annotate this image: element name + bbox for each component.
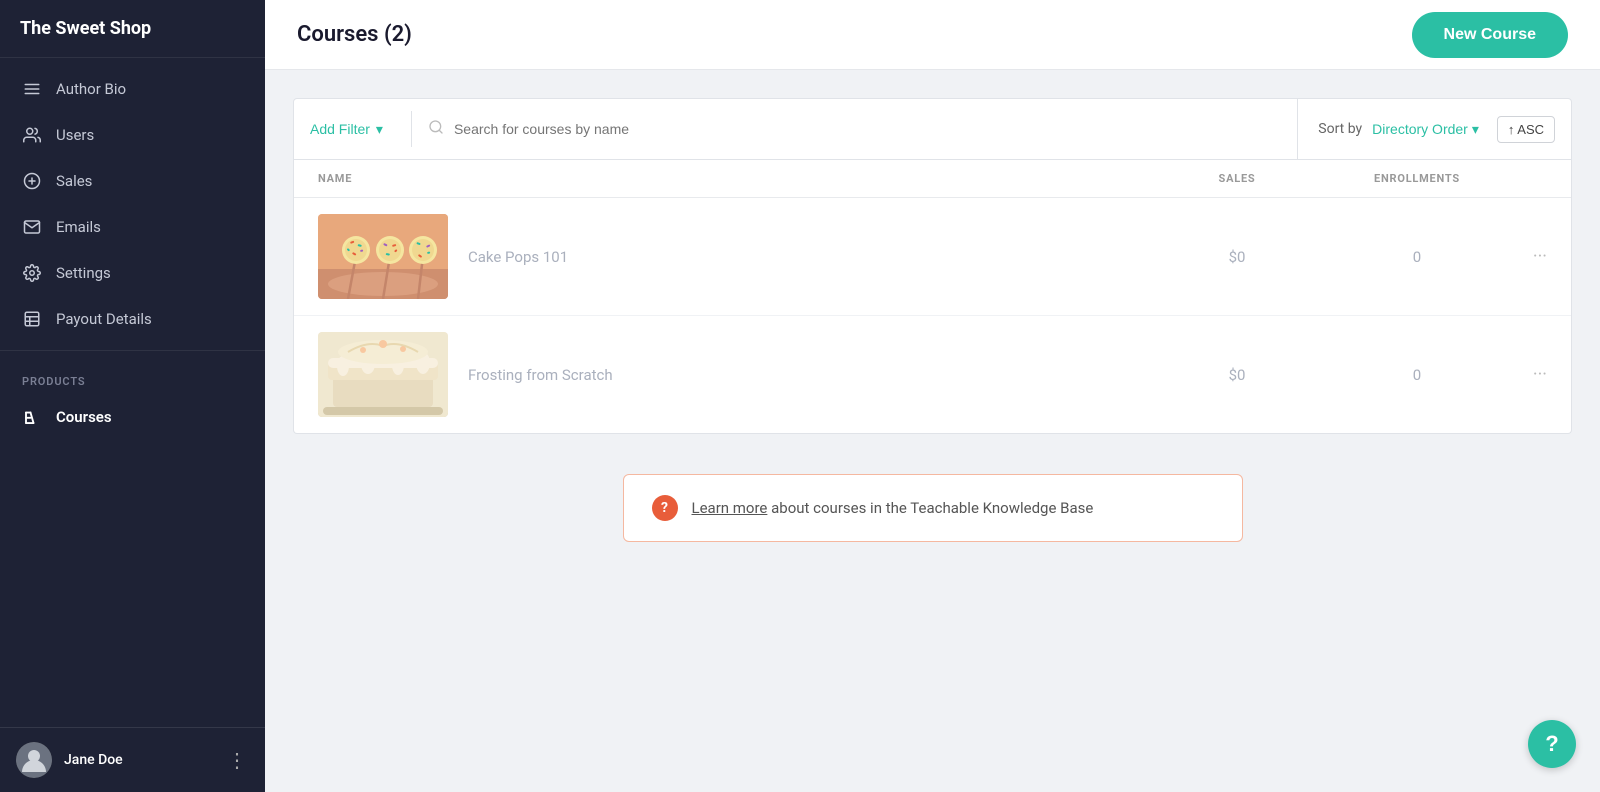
sidebar-item-label: Users: [56, 126, 94, 144]
sort-order-label: ↑ ASC: [1508, 122, 1544, 137]
course-sales: $0: [1147, 366, 1327, 384]
chevron-down-icon: ▾: [376, 121, 383, 138]
add-filter-label: Add Filter: [310, 121, 370, 137]
sidebar: The Sweet Shop Author Bio Users: [0, 0, 265, 792]
search-wrap: [428, 119, 1297, 139]
table-icon: [22, 309, 42, 329]
course-enrollments: 0: [1327, 248, 1507, 266]
course-sales: $0: [1147, 248, 1327, 266]
row-actions-button[interactable]: ···: [1507, 364, 1547, 385]
sort-select-button[interactable]: Directory Order ▾: [1372, 121, 1479, 138]
dollar-icon: [22, 171, 42, 191]
courses-table: NAME SALES ENROLLMENTS: [293, 160, 1572, 434]
content-area: Add Filter ▾ Sort by Directory Order ▾: [265, 70, 1600, 792]
column-header-name: NAME: [318, 172, 1147, 185]
sort-chevron-icon: ▾: [1472, 121, 1479, 138]
table-header: NAME SALES ENROLLMENTS: [294, 160, 1571, 198]
column-header-sales: SALES: [1147, 172, 1327, 185]
column-header-enrollments: ENROLLMENTS: [1327, 172, 1507, 185]
course-name-cell: Frosting from Scratch: [318, 332, 1147, 417]
sidebar-item-label: Settings: [56, 264, 111, 282]
main-content: Courses (2) New Course Add Filter ▾ Sort…: [265, 0, 1600, 792]
page-title: Courses (2): [297, 22, 412, 47]
sort-value: Directory Order: [1372, 121, 1468, 137]
search-input[interactable]: [454, 121, 1297, 137]
sidebar-nav: Author Bio Users Sales: [0, 58, 265, 727]
table-row[interactable]: Cake Pops 101 $0 0 ···: [294, 198, 1571, 316]
avatar: [16, 742, 52, 778]
column-header-actions: [1507, 172, 1547, 185]
table-row[interactable]: Frosting from Scratch $0 0 ···: [294, 316, 1571, 433]
users-icon: [22, 125, 42, 145]
kb-text: Learn more about courses in the Teachabl…: [692, 499, 1094, 517]
course-name: Frosting from Scratch: [468, 366, 613, 384]
topbar: Courses (2) New Course: [265, 0, 1600, 70]
sort-order-button[interactable]: ↑ ASC: [1497, 116, 1555, 143]
sidebar-item-label: Emails: [56, 218, 101, 236]
sidebar-item-author-bio[interactable]: Author Bio: [0, 66, 265, 112]
course-thumbnail: [318, 214, 448, 299]
course-name-cell: Cake Pops 101: [318, 214, 1147, 299]
products-section-label: PRODUCTS: [0, 359, 265, 394]
sidebar-footer[interactable]: Jane Doe ⋮: [0, 727, 265, 792]
footer-username: Jane Doe: [64, 752, 215, 768]
courses-icon: [22, 407, 42, 427]
sidebar-item-label: Sales: [56, 172, 92, 190]
row-actions-button[interactable]: ···: [1507, 246, 1547, 267]
help-circle-icon: ?: [652, 495, 678, 521]
search-icon: [428, 119, 444, 139]
sort-by-label: Sort by: [1318, 121, 1362, 137]
sort-section: Sort by Directory Order ▾ ↑ ASC: [1297, 99, 1555, 159]
learn-more-link[interactable]: Learn more: [692, 499, 768, 517]
filter-bar: Add Filter ▾ Sort by Directory Order ▾: [293, 98, 1572, 160]
list-icon: [22, 79, 42, 99]
help-button[interactable]: ?: [1528, 720, 1576, 768]
sidebar-item-label: Payout Details: [56, 310, 152, 328]
footer-menu-dots[interactable]: ⋮: [227, 748, 249, 772]
knowledge-base-banner: ? Learn more about courses in the Teacha…: [623, 474, 1243, 542]
sidebar-item-courses[interactable]: Courses: [0, 394, 265, 440]
mail-icon: [22, 217, 42, 237]
sidebar-item-users[interactable]: Users: [0, 112, 265, 158]
sidebar-item-label: Courses: [56, 408, 112, 426]
app-title: The Sweet Shop: [0, 0, 265, 58]
kb-text-suffix: about courses in the Teachable Knowledge…: [767, 499, 1093, 517]
sidebar-item-settings[interactable]: Settings: [0, 250, 265, 296]
add-filter-button[interactable]: Add Filter ▾: [310, 113, 395, 146]
gear-icon: [22, 263, 42, 283]
course-thumbnail: [318, 332, 448, 417]
sidebar-item-label: Author Bio: [56, 80, 126, 98]
filter-divider: [411, 111, 412, 147]
new-course-button[interactable]: New Course: [1412, 12, 1568, 58]
sidebar-item-payout-details[interactable]: Payout Details: [0, 296, 265, 342]
course-name: Cake Pops 101: [468, 248, 568, 266]
sidebar-item-sales[interactable]: Sales: [0, 158, 265, 204]
sidebar-item-emails[interactable]: Emails: [0, 204, 265, 250]
course-enrollments: 0: [1327, 366, 1507, 384]
